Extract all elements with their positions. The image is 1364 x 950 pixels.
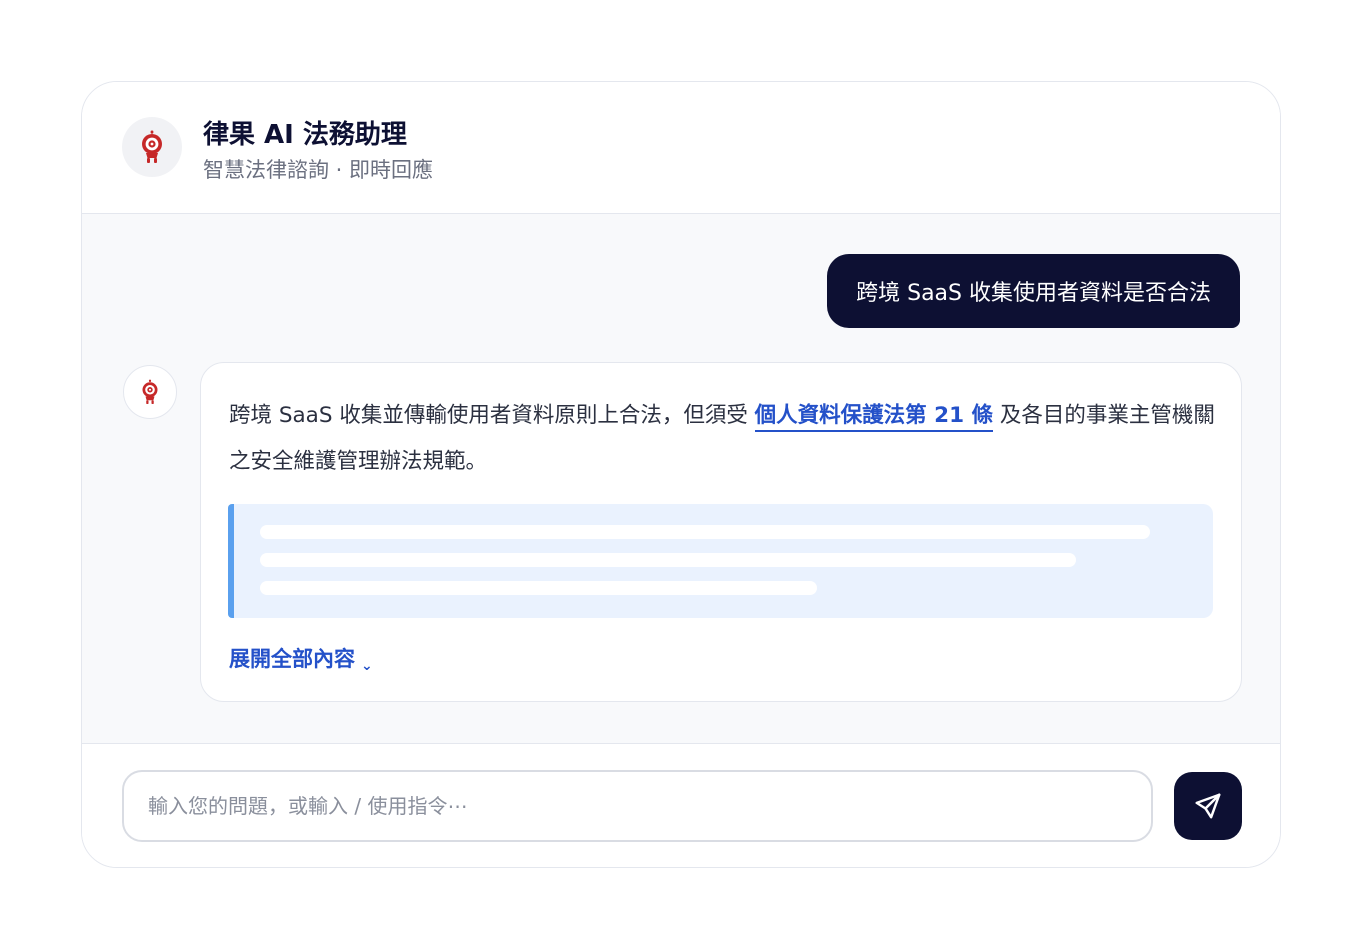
skeleton-line [260,525,1150,539]
chat-window: 律果 AI 法務助理 智慧法律諮詢 · 即時回應 跨境 SaaS 收集使用者資料… [81,81,1281,868]
app-title: 律果 AI 法務助理 [203,120,407,150]
law-citation-link[interactable]: 個人資料保護法第 21 條 [754,403,994,432]
assistant-message-text: 跨境 SaaS 收集並傳輸使用者資料原則上合法，但須受 個人資料保護法第 21 … [229,393,1219,485]
chat-header: 律果 AI 法務助理 智慧法律諮詢 · 即時回應 [82,82,1280,214]
composer [82,744,1280,867]
message-list[interactable]: 跨境 SaaS 收集使用者資料是否合法 跨境 SaaS 收集並傳輸使用者資料原則… [82,214,1280,744]
assistant-message: 跨境 SaaS 收集並傳輸使用者資料原則上合法，但須受 個人資料保護法第 21 … [200,362,1242,702]
quote-placeholder [228,504,1213,618]
message-input[interactable] [122,770,1153,842]
answer-text-part: 跨境 SaaS 收集並傳輸使用者資料原則上合法，但須受 [229,403,755,428]
skeleton-line [260,581,817,595]
send-button[interactable] [1174,772,1242,840]
user-message-text: 跨境 SaaS 收集使用者資料是否合法 [856,281,1211,306]
robot-mascot-icon [140,130,164,164]
send-icon [1195,793,1221,819]
app-subtitle: 智慧法律諮詢 · 即時回應 [203,158,434,182]
skeleton-line [260,553,1076,567]
assistant-avatar [123,365,177,419]
expand-all-label: 展開全部內容 [229,647,355,671]
robot-mascot-icon [141,379,159,405]
app-logo [122,117,182,177]
chevron-down-icon: ⌄ [361,658,373,674]
expand-all-button[interactable]: 展開全部內容 ⌄ [229,643,373,674]
user-message: 跨境 SaaS 收集使用者資料是否合法 [827,254,1240,328]
